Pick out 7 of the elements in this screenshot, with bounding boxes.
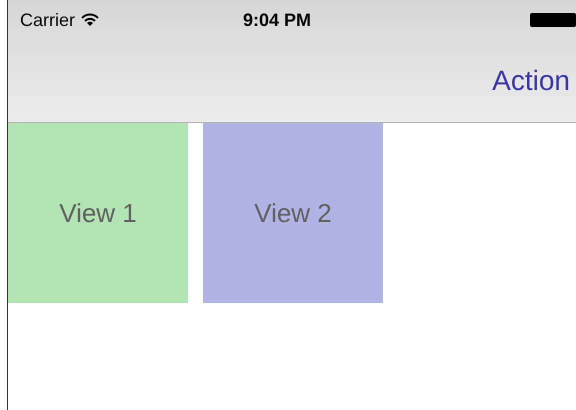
status-time: 9:04 PM	[243, 8, 312, 32]
view-label: View 2	[254, 196, 332, 230]
carrier-label: Carrier	[20, 8, 76, 32]
battery-icon	[530, 13, 576, 27]
action-button[interactable]: Action	[492, 60, 570, 102]
wifi-icon	[81, 13, 100, 27]
view-label: View 1	[59, 196, 137, 230]
